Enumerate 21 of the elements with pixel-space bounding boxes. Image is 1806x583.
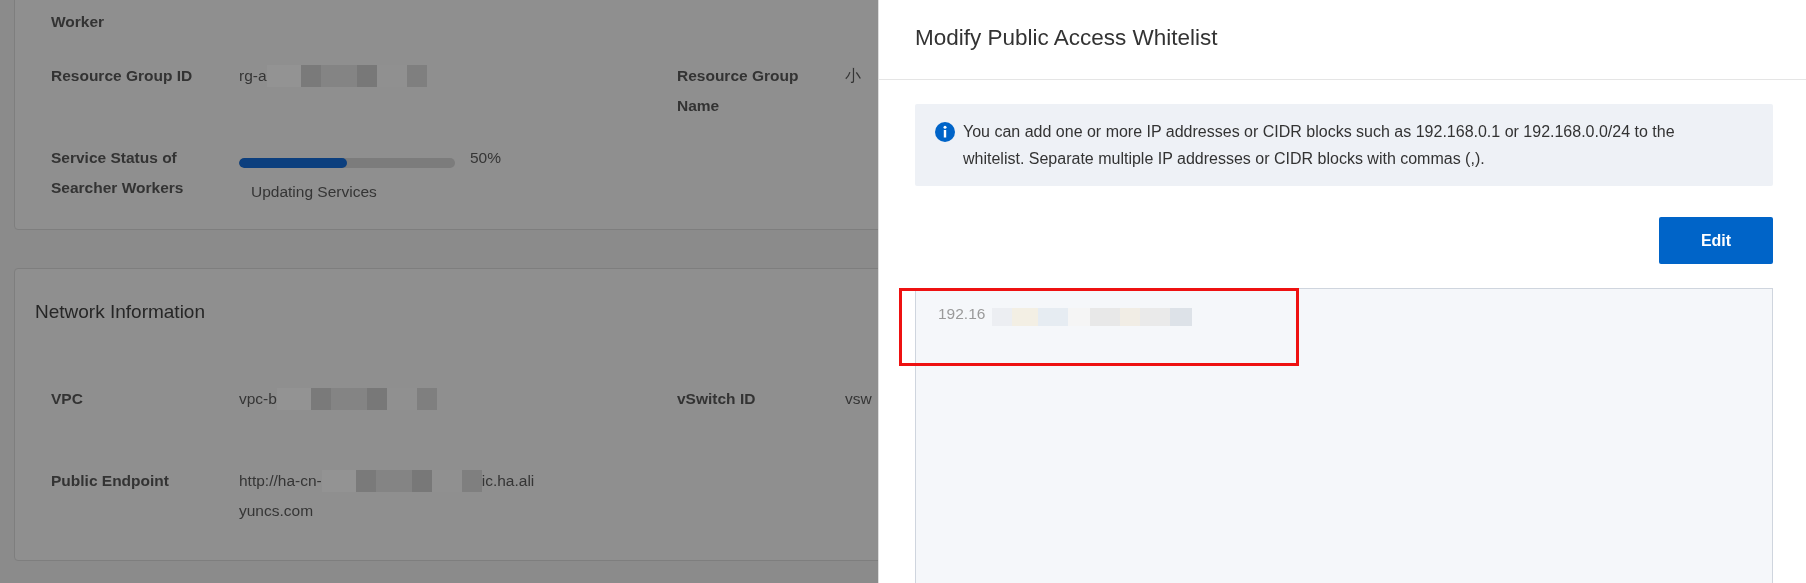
field-label: vSwitch ID xyxy=(677,390,756,407)
progress-reading: 50% xyxy=(470,148,502,168)
edit-button[interactable]: Edit xyxy=(1659,217,1773,264)
drawer-title: Modify Public Access Whitelist xyxy=(915,24,1218,52)
card-title: Network Information xyxy=(35,301,205,323)
field-label: Worker xyxy=(51,13,105,30)
field-value: vpc-b xyxy=(239,389,277,409)
field-label: VPC xyxy=(51,390,83,407)
field-value: ic.ha.ali xyxy=(481,471,535,491)
status-text: Updating Services xyxy=(251,182,378,202)
notice-text: You can add one or more IP addresses or CIDR blocks such as 192.168.0.1 or 192.168.0.0/24 to the whitelist. Separate multiple IP addresses or CIDR blocks with commas (,). xyxy=(963,122,1676,169)
field-value: http://ha-cn- xyxy=(239,471,322,491)
info-icon xyxy=(935,122,955,142)
field-label: Public Endpoint xyxy=(51,472,169,489)
field-label: Service Status of Searcher Workers xyxy=(51,149,184,196)
field-value: 小 xyxy=(845,66,861,86)
field-value: rg-a xyxy=(239,66,267,86)
field-label: Resource Group Name xyxy=(677,67,799,114)
field-value: yuncs.com xyxy=(239,501,314,521)
field-value: vsw xyxy=(845,389,872,409)
field-label: Resource Group ID xyxy=(51,67,193,84)
